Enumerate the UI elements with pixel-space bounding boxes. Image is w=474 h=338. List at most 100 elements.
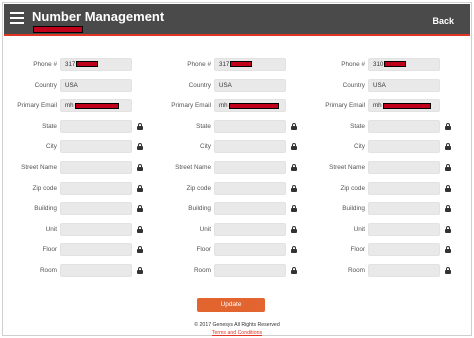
back-button[interactable]: Back xyxy=(432,16,454,26)
phone-label: Phone # xyxy=(341,61,365,68)
city-label: City xyxy=(353,143,365,151)
state-field[interactable] xyxy=(60,119,132,133)
unit-row: Unit xyxy=(304,221,454,242)
phone-label: Phone # xyxy=(187,61,211,68)
redacted-phone xyxy=(230,61,253,68)
email-prefix: mh xyxy=(65,102,74,110)
header-bar: Number Management Back xyxy=(4,4,470,34)
zip-field[interactable] xyxy=(368,181,440,195)
redacted-phone xyxy=(384,61,407,68)
lock-icon xyxy=(291,266,297,274)
number-column-3: Phone # 310 Country USA Primary Email mh St… xyxy=(304,56,454,283)
building-label: Building xyxy=(342,205,365,213)
floor-row: Floor xyxy=(0,241,146,262)
lock-icon xyxy=(137,246,143,254)
room-row: Room xyxy=(304,262,454,283)
building-row: Building xyxy=(0,200,146,221)
lock-icon xyxy=(137,225,143,233)
building-row: Building xyxy=(304,200,454,221)
unit-row: Unit xyxy=(0,221,146,242)
street-row: Street Name xyxy=(150,159,300,180)
email-field[interactable]: mh xyxy=(60,99,132,113)
room-label: Room xyxy=(39,266,57,274)
zip-row: Zip code xyxy=(304,180,454,201)
terms-link[interactable]: Terms and Conditions xyxy=(0,330,474,336)
street-field[interactable] xyxy=(60,160,132,174)
state-field[interactable] xyxy=(368,119,440,133)
building-label: Building xyxy=(34,205,57,213)
state-label: State xyxy=(42,122,57,130)
city-label: City xyxy=(45,143,57,151)
room-label: Room xyxy=(347,266,365,274)
lock-icon xyxy=(445,225,451,233)
city-field[interactable] xyxy=(214,140,286,154)
country-label: Country xyxy=(342,81,365,89)
lock-icon xyxy=(445,122,451,130)
email-row: Primary Email mh xyxy=(0,97,146,118)
update-button[interactable]: Update xyxy=(197,298,265,312)
city-field[interactable] xyxy=(368,140,440,154)
building-field[interactable] xyxy=(214,202,286,216)
city-label: City xyxy=(199,143,211,151)
city-row: City xyxy=(304,138,454,159)
page-title: Number Management xyxy=(32,9,165,24)
zip-label: Zip code xyxy=(186,184,211,192)
country-field[interactable]: USA xyxy=(60,78,132,92)
phone-label: Phone # xyxy=(33,61,57,68)
street-field[interactable] xyxy=(214,160,286,174)
street-row: Street Name xyxy=(304,159,454,180)
lock-icon xyxy=(291,184,297,192)
country-field[interactable]: USA xyxy=(214,78,286,92)
floor-field[interactable] xyxy=(60,243,132,257)
floor-field[interactable] xyxy=(368,243,440,257)
lock-icon xyxy=(445,143,451,151)
unit-field[interactable] xyxy=(368,222,440,236)
unit-label: Unit xyxy=(45,225,57,233)
building-field[interactable] xyxy=(60,202,132,216)
phone-field[interactable]: 310 xyxy=(368,58,440,71)
lock-icon xyxy=(137,163,143,171)
unit-row: Unit xyxy=(150,221,300,242)
lock-icon xyxy=(137,266,143,274)
phone-field[interactable]: 317 xyxy=(60,58,132,71)
lock-icon xyxy=(291,143,297,151)
floor-label: Floor xyxy=(196,246,211,254)
room-row: Room xyxy=(0,262,146,283)
zip-field[interactable] xyxy=(60,181,132,195)
zip-field[interactable] xyxy=(214,181,286,195)
copyright-text: © 2017 Genesys All Rights Reserved xyxy=(194,322,280,328)
email-row: Primary Email mh xyxy=(304,97,454,118)
redacted-phone xyxy=(76,61,99,68)
unit-field[interactable] xyxy=(60,222,132,236)
zip-label: Zip code xyxy=(340,184,365,192)
email-field[interactable]: mh xyxy=(214,99,286,113)
lock-icon xyxy=(445,205,451,213)
hamburger-menu-icon[interactable] xyxy=(10,12,24,26)
country-field[interactable]: USA xyxy=(368,78,440,92)
phone-prefix: 317 xyxy=(219,61,230,68)
floor-field[interactable] xyxy=(214,243,286,257)
phone-field[interactable]: 317 xyxy=(214,58,286,71)
number-column-1: Phone # 317 Country USA Primary Email mh St… xyxy=(0,56,146,283)
state-row: State xyxy=(304,118,454,139)
street-row: Street Name xyxy=(0,159,146,180)
state-row: State xyxy=(150,118,300,139)
building-field[interactable] xyxy=(368,202,440,216)
building-label: Building xyxy=(188,205,211,213)
email-field[interactable]: mh xyxy=(368,99,440,113)
street-field[interactable] xyxy=(368,160,440,174)
state-label: State xyxy=(196,122,211,130)
city-field[interactable] xyxy=(60,140,132,154)
zip-row: Zip code xyxy=(0,180,146,201)
state-field[interactable] xyxy=(214,119,286,133)
lock-icon xyxy=(291,225,297,233)
floor-row: Floor xyxy=(150,241,300,262)
room-field[interactable] xyxy=(60,263,132,277)
lock-icon xyxy=(137,122,143,130)
lock-icon xyxy=(445,246,451,254)
room-field[interactable] xyxy=(368,263,440,277)
lock-icon xyxy=(291,122,297,130)
redacted-email xyxy=(382,102,431,109)
room-field[interactable] xyxy=(214,263,286,277)
unit-field[interactable] xyxy=(214,222,286,236)
